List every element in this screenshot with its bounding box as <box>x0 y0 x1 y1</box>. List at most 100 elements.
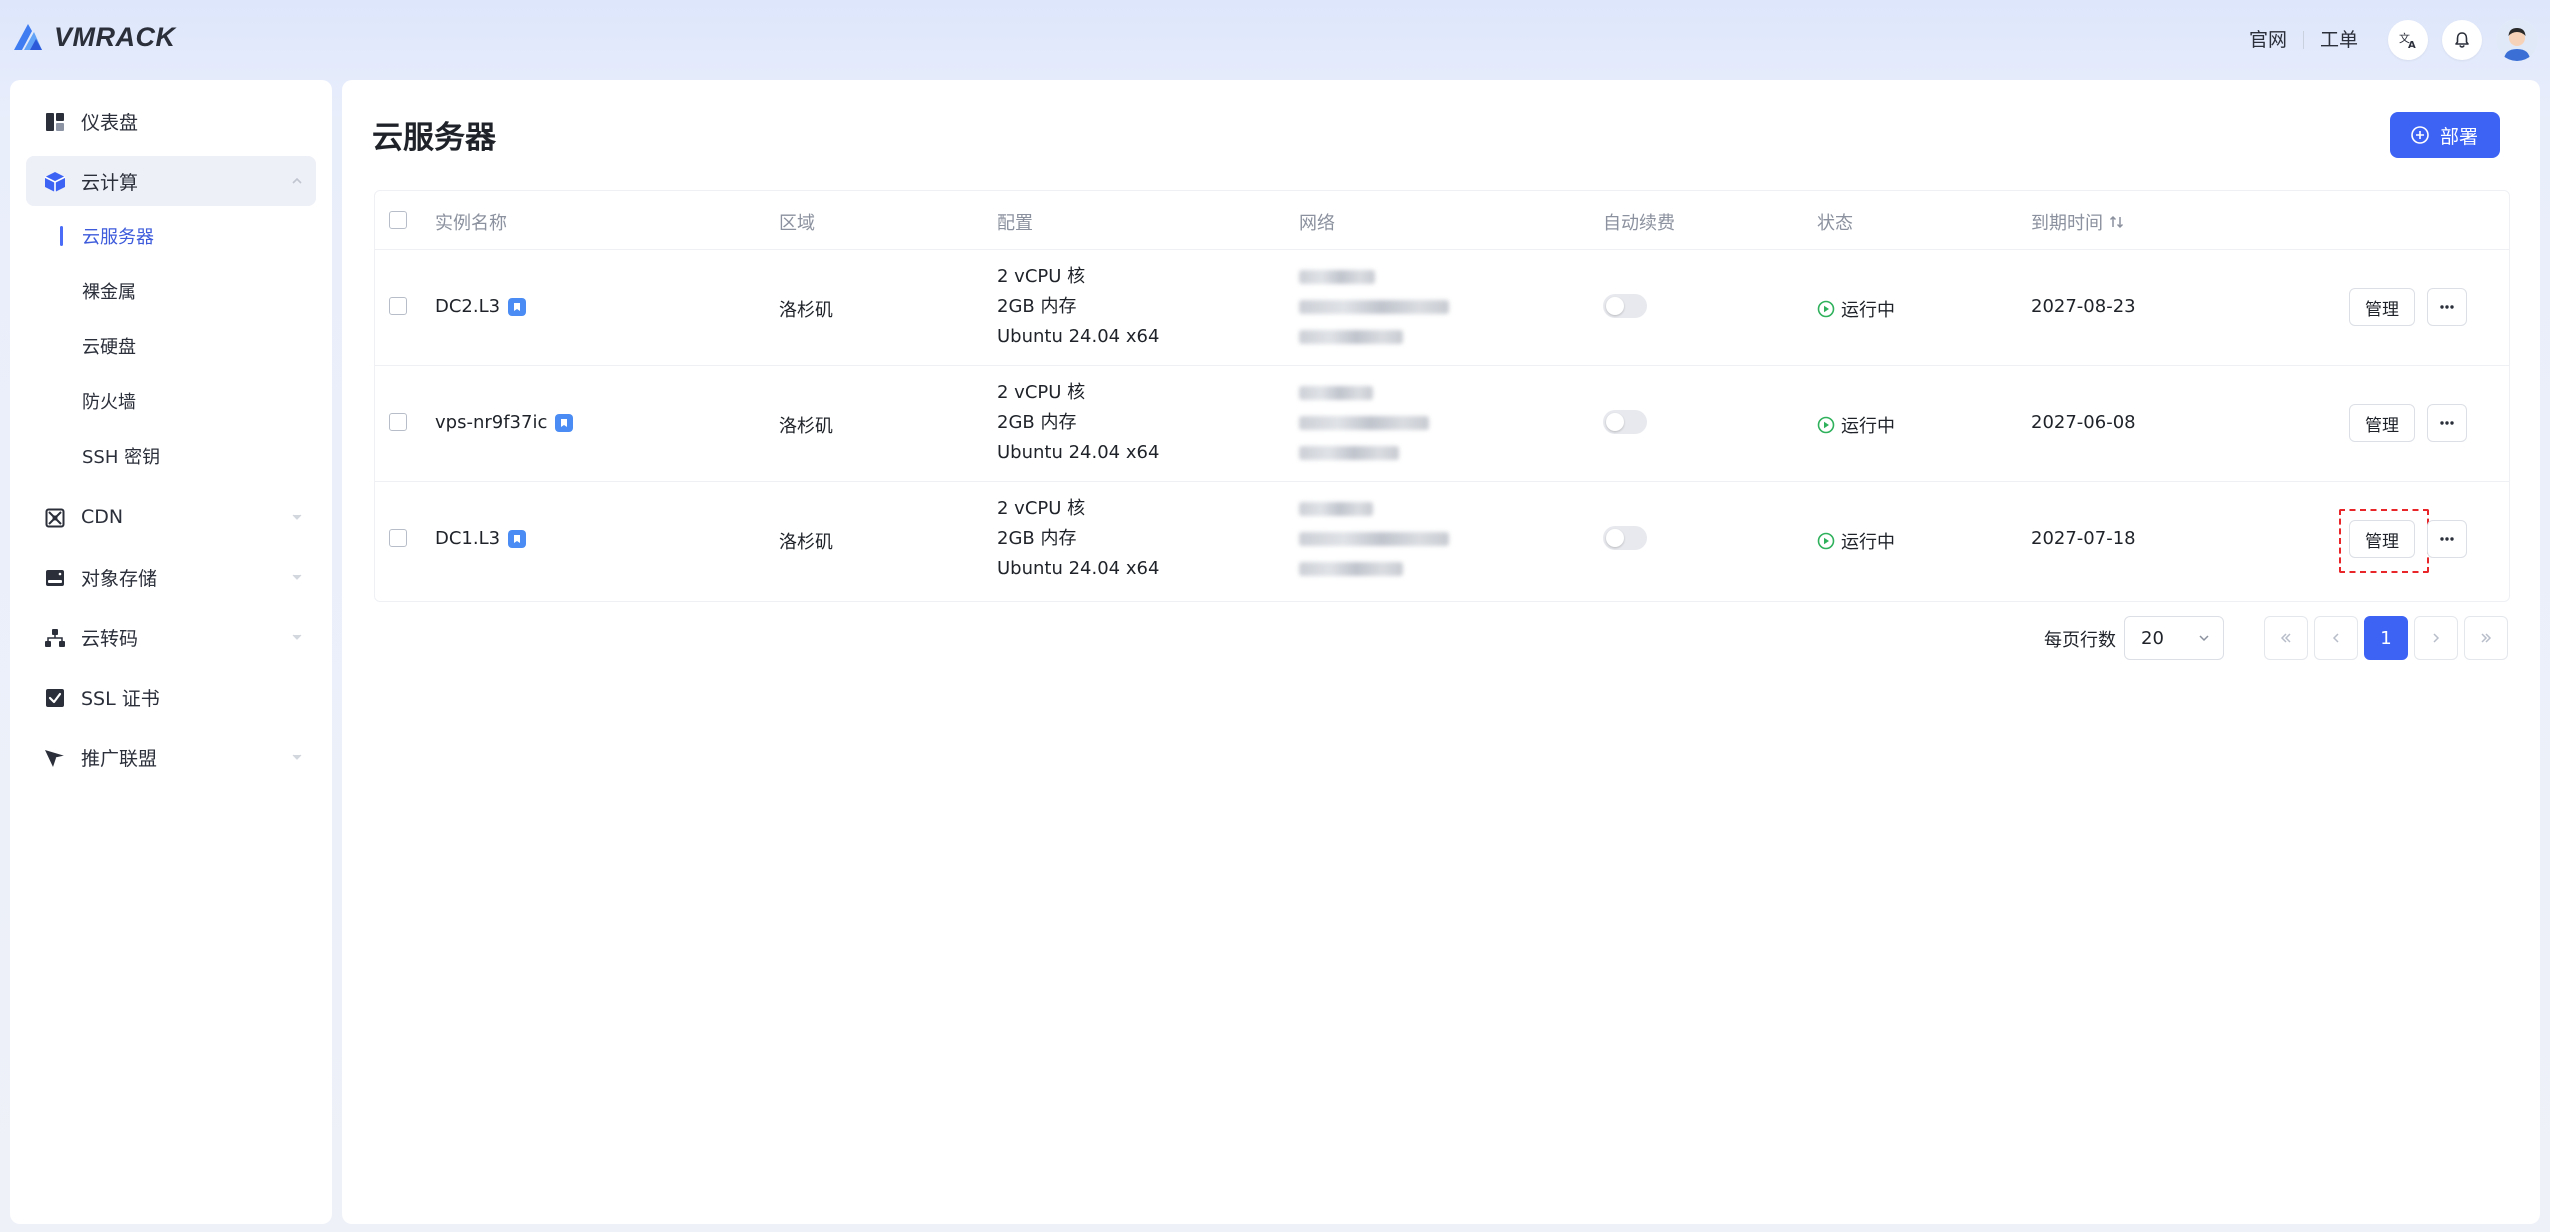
expiry-date: 2027-07-18 <box>2031 528 2136 549</box>
manage-button[interactable]: 管理 <box>2349 288 2415 326</box>
page-title: 云服务器 <box>372 120 496 156</box>
redacted-ipv6 <box>1299 446 1399 460</box>
instance-name[interactable]: DC1.L3 <box>435 528 500 549</box>
redacted-ip <box>1299 270 1375 284</box>
sidebar-item-ssl-certificate[interactable]: SSL 证书 <box>26 672 316 722</box>
double-chevron-left-icon <box>2280 633 2291 643</box>
sidebar: 仪表盘 云计算 云服务器 裸金属 云硬盘 防火墙 SSH 密钥 CDN 对象存储 <box>10 80 332 1224</box>
rows-per-page-select[interactable]: 20 <box>2124 616 2224 660</box>
select-all-checkbox[interactable] <box>389 211 407 229</box>
auto-renew-toggle[interactable] <box>1603 294 1647 318</box>
sidebar-item-cloud-compute[interactable]: 云计算 <box>26 156 316 206</box>
server-table: 实例名称 区域 配置 网络 自动续费 状态 到期时间 DC2.L3 洛杉矶 2 … <box>374 190 2510 602</box>
sidebar-item-transcode[interactable]: 云转码 <box>26 612 316 662</box>
redacted-ipv6 <box>1299 300 1449 314</box>
chevron-down-icon <box>292 754 302 760</box>
more-actions-button[interactable] <box>2427 288 2467 326</box>
rows-per-page-label: 每页行数 <box>2044 630 2116 651</box>
instance-name[interactable]: vps-nr9f37ic <box>435 412 547 433</box>
sidebar-subitem-bare-metal[interactable]: 裸金属 <box>26 269 316 313</box>
next-page-button[interactable] <box>2414 616 2458 660</box>
table-row: DC1.L3 洛杉矶 2 vCPU 核 2GB 内存 Ubuntu 24.04 … <box>375 482 2509 597</box>
more-actions-button[interactable] <box>2427 404 2467 442</box>
status-label: 运行中 <box>1841 532 1895 553</box>
table-row: vps-nr9f37ic 洛杉矶 2 vCPU 核 2GB 内存 Ubuntu … <box>375 366 2509 482</box>
previous-page-button[interactable] <box>2314 616 2358 660</box>
deploy-button[interactable]: 部署 <box>2389 112 2500 158</box>
column-header-region: 区域 <box>779 213 815 234</box>
sidebar-subitem-cloud-disk[interactable]: 云硬盘 <box>26 324 316 368</box>
sort-icon <box>2109 215 2124 229</box>
region-cell: 洛杉矶 <box>779 416 833 437</box>
cpu-spec: 2 vCPU 核 <box>997 266 1086 287</box>
manage-button[interactable]: 管理 <box>2349 520 2415 558</box>
instance-name[interactable]: DC2.L3 <box>435 296 500 317</box>
more-dots-icon <box>2440 537 2454 541</box>
translate-button[interactable]: 文 A <box>2388 20 2428 60</box>
sidebar-item-dashboard[interactable]: 仪表盘 <box>26 96 316 146</box>
manage-button[interactable]: 管理 <box>2349 404 2415 442</box>
cpu-spec: 2 vCPU 核 <box>997 498 1086 519</box>
sidebar-item-object-storage[interactable]: 对象存储 <box>26 552 316 602</box>
sidebar-item-label: CDN <box>81 506 124 528</box>
redacted-ipv6 <box>1299 532 1449 546</box>
redacted-ipv6 <box>1299 562 1403 576</box>
status-badge: 运行中 <box>1817 528 1895 554</box>
more-actions-button[interactable] <box>2427 520 2467 558</box>
svg-text:A: A <box>2408 40 2416 50</box>
column-header-name: 实例名称 <box>435 213 507 234</box>
translate-icon: 文 A <box>2399 31 2416 50</box>
official-site-link[interactable]: 官网 <box>2233 18 2303 62</box>
plus-circle-icon <box>2411 126 2429 144</box>
row-checkbox[interactable] <box>389 413 407 431</box>
os-spec: Ubuntu 24.04 x64 <box>997 326 1160 347</box>
page-button-current[interactable]: 1 <box>2364 616 2408 660</box>
redacted-ip <box>1299 502 1373 516</box>
chevron-right-icon <box>2433 633 2440 643</box>
auto-renew-toggle[interactable] <box>1603 410 1647 434</box>
last-page-button[interactable] <box>2464 616 2508 660</box>
instance-name-cell: DC2.L3 <box>435 296 527 317</box>
dashboard-icon <box>44 111 66 133</box>
sidebar-subitem-firewall[interactable]: 防火墙 <box>26 379 316 423</box>
column-header-expiry[interactable]: 到期时间 <box>2031 209 2125 235</box>
cube-icon <box>44 171 66 193</box>
bookmark-tag-icon <box>508 297 527 316</box>
sidebar-item-label: 推广联盟 <box>81 747 158 770</box>
sidebar-item-label: 云计算 <box>81 171 139 194</box>
ticket-link[interactable]: 工单 <box>2304 18 2374 62</box>
sidebar-item-label: 仪表盘 <box>81 111 139 134</box>
sidebar-item-cdn[interactable]: CDN <box>26 492 316 542</box>
avatar[interactable] <box>2496 19 2538 61</box>
network-cell <box>1299 378 1429 468</box>
expiry-date: 2027-08-23 <box>2031 296 2136 317</box>
active-indicator <box>60 226 63 246</box>
sidebar-subitem-label: 裸金属 <box>82 282 136 303</box>
brand-name: VMRACK <box>54 21 176 52</box>
table-row: DC2.L3 洛杉矶 2 vCPU 核 2GB 内存 Ubuntu 24.04 … <box>375 250 2509 366</box>
sidebar-subitem-label: 防火墙 <box>82 392 136 413</box>
first-page-button[interactable] <box>2264 616 2308 660</box>
row-checkbox[interactable] <box>389 529 407 547</box>
sidebar-subitem-label: 云硬盘 <box>82 337 136 358</box>
sidebar-subitem-cloud-server[interactable]: 云服务器 <box>26 214 316 258</box>
top-bar: VMRACK 官网 工单 文 A <box>0 0 2550 80</box>
paper-plane-icon <box>44 747 66 769</box>
chevron-down-icon <box>292 634 302 640</box>
redacted-ipv6 <box>1299 330 1403 344</box>
sidebar-subitem-ssh-keys[interactable]: SSH 密钥 <box>26 434 316 478</box>
notifications-button[interactable] <box>2442 20 2482 60</box>
row-checkbox[interactable] <box>389 297 407 315</box>
brand-logo[interactable]: VMRACK <box>10 20 176 54</box>
chevron-down-icon <box>292 574 302 580</box>
network-cell <box>1299 262 1449 352</box>
memory-spec: 2GB 内存 <box>997 296 1077 317</box>
cpu-spec: 2 vCPU 核 <box>997 382 1086 403</box>
sidebar-item-affiliate[interactable]: 推广联盟 <box>26 732 316 782</box>
auto-renew-toggle[interactable] <box>1603 526 1647 550</box>
column-header-status: 状态 <box>1817 213 1853 234</box>
region-cell: 洛杉矶 <box>779 532 833 553</box>
top-actions: 官网 工单 文 A <box>2233 18 2538 62</box>
os-spec: Ubuntu 24.04 x64 <box>997 442 1160 463</box>
more-dots-icon <box>2440 421 2454 425</box>
